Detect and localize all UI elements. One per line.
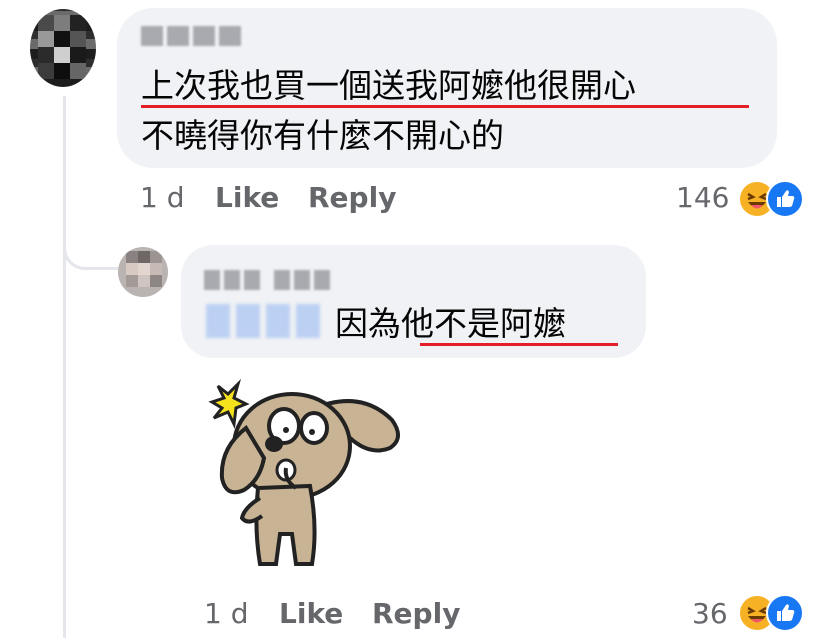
text-underline — [420, 343, 618, 346]
author-name-blurred[interactable] — [204, 270, 330, 290]
reply-button[interactable]: Reply — [372, 597, 460, 630]
reply-time[interactable]: 1 d — [204, 597, 249, 630]
thread-line — [63, 96, 66, 638]
avatar[interactable] — [118, 247, 168, 297]
reply-button[interactable]: Reply — [308, 181, 396, 214]
surprised-dog-sticker[interactable] — [200, 368, 420, 588]
like-reaction-icon[interactable] — [766, 594, 804, 632]
like-button[interactable]: Like — [279, 597, 343, 630]
like-button[interactable]: Like — [215, 181, 279, 214]
avatar[interactable] — [30, 9, 96, 87]
comment-text-line2: 不曉得你有什麼不開心的 — [141, 116, 504, 155]
author-name-blurred[interactable] — [141, 26, 241, 46]
comment-time[interactable]: 1 d — [140, 181, 185, 214]
text-underline — [141, 105, 749, 108]
reply-text: 因為他不是阿嬤 — [335, 304, 566, 343]
reaction-count[interactable]: 36 — [692, 597, 728, 630]
thread-connector — [63, 225, 118, 270]
mention-tag-blurred[interactable] — [206, 304, 320, 338]
reaction-count[interactable]: 146 — [676, 181, 729, 214]
comment-text-line1: 上次我也買一個送我阿嬤他很開心 — [141, 66, 636, 105]
like-reaction-icon[interactable] — [766, 180, 804, 218]
